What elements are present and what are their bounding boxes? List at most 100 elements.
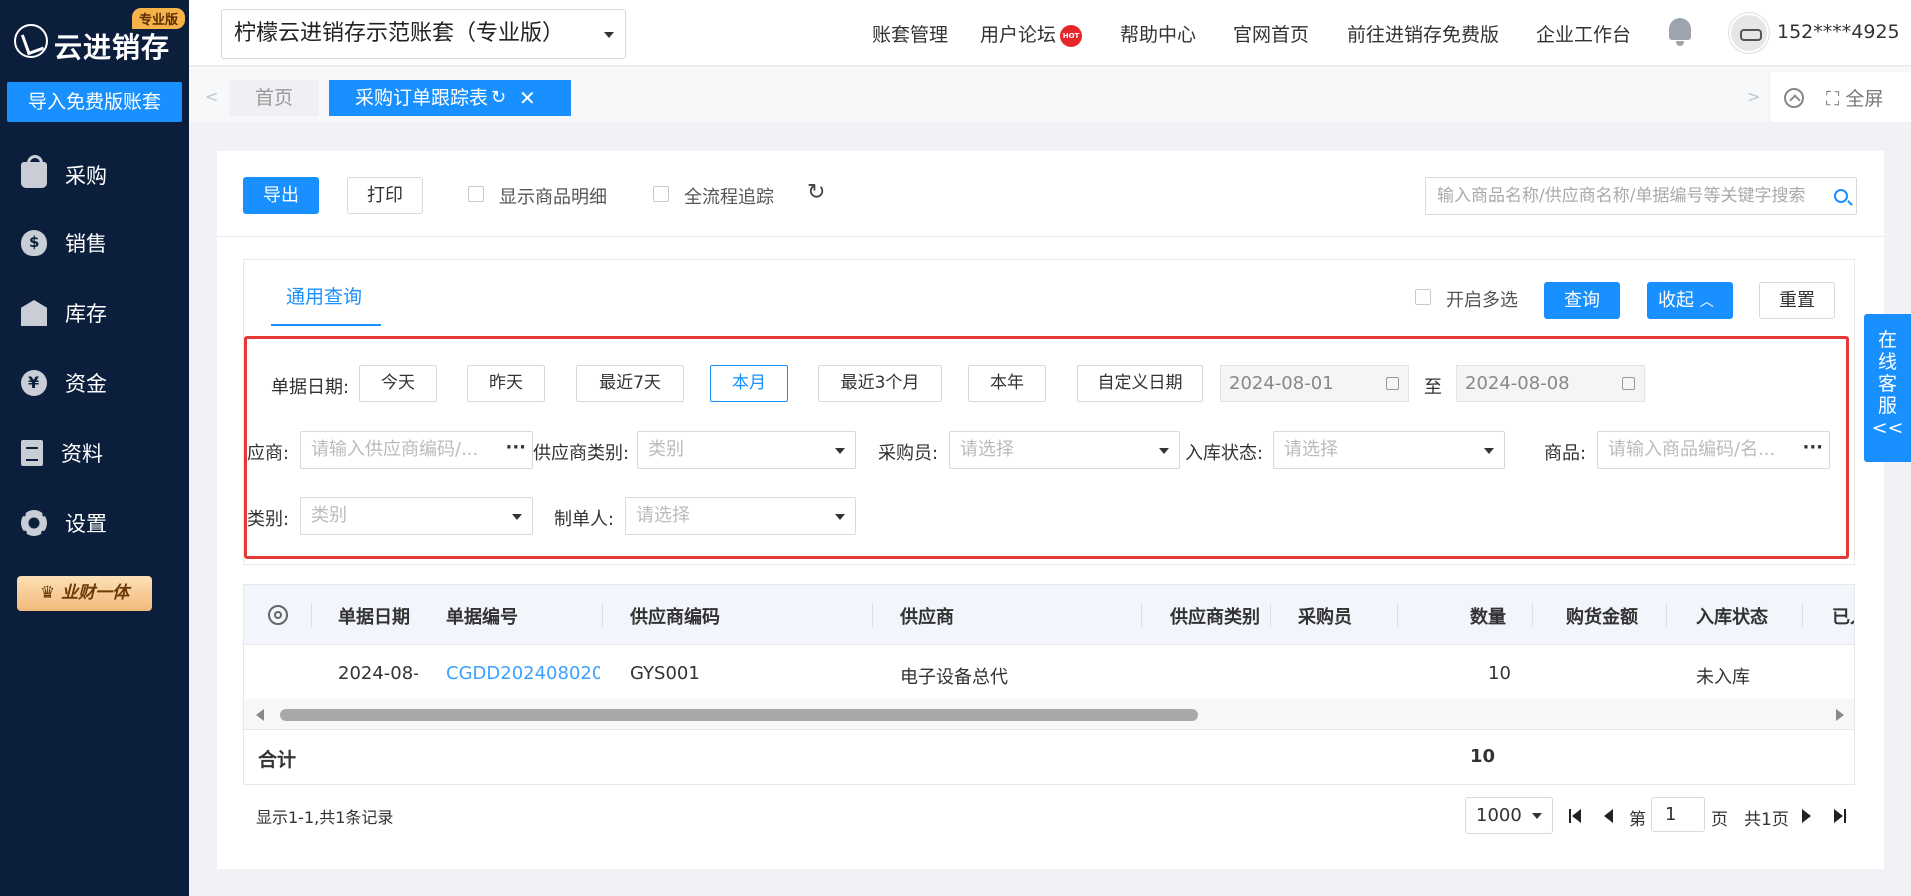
top-bar: 柠檬云进销存示范账套（专业版） 账套管理 用户论坛 HOT 帮助中心 官网首页 前… bbox=[189, 0, 1911, 66]
report-card: 导出 打印 显示商品明细 全流程追踪 ↻ 通用查询 开启多选 查询 收起 ︿ 重… bbox=[217, 151, 1884, 869]
bell-icon[interactable] bbox=[1669, 18, 1691, 46]
sales-icon bbox=[21, 230, 47, 256]
prev-page-icon[interactable] bbox=[1604, 809, 1613, 823]
sidebar-item-label: 资料 bbox=[61, 442, 103, 466]
th-received[interactable]: 已入 bbox=[1832, 603, 1854, 629]
search-input[interactable] bbox=[1426, 178, 1826, 214]
import-free-account-button[interactable]: 导入免费版账套 bbox=[7, 82, 182, 122]
cell-supplier-code: GYS001 bbox=[630, 663, 700, 684]
column-separator bbox=[1666, 603, 1667, 627]
collapse-button[interactable]: 收起 ︿ bbox=[1647, 282, 1733, 319]
total-row: 合计 10 bbox=[244, 729, 1854, 784]
cell-supplier: 电子设备总代 bbox=[900, 667, 1008, 688]
sidebar-item-sales[interactable]: 销售 bbox=[0, 218, 189, 268]
column-settings-icon[interactable] bbox=[268, 605, 288, 625]
column-separator bbox=[1397, 603, 1398, 627]
scroll-right-icon[interactable] bbox=[1836, 709, 1844, 721]
tab-scroll-right-icon[interactable]: > bbox=[1747, 87, 1760, 106]
keyword-search bbox=[1425, 177, 1857, 215]
hot-badge: HOT bbox=[1060, 24, 1083, 47]
th-amount[interactable]: 购货金额 bbox=[1566, 603, 1638, 629]
sidebar: 云进销存 专业版 导入免费版账套 采购 销售 库存 资金 资料 设置 ♛ 业财一… bbox=[0, 0, 189, 896]
tab-general-query[interactable]: 通用查询 bbox=[286, 282, 362, 309]
th-number[interactable]: 单据编号 bbox=[446, 603, 518, 629]
multi-select-label: 开启多选 bbox=[1446, 290, 1518, 311]
th-date[interactable]: 单据日期 bbox=[338, 603, 410, 629]
close-icon[interactable]: ✕ bbox=[519, 80, 536, 116]
first-page-bar bbox=[1569, 809, 1571, 823]
sidebar-item-label: 采购 bbox=[65, 164, 107, 188]
finance-integration-button[interactable]: ♛ 业财一体 bbox=[17, 576, 152, 611]
document-icon bbox=[21, 440, 43, 466]
app-logo[interactable]: 云进销存 专业版 bbox=[0, 0, 189, 78]
link-help-center[interactable]: 帮助中心 bbox=[1120, 20, 1196, 47]
account-select-value: 柠檬云进销存示范账套（专业版） bbox=[234, 21, 565, 46]
full-trace-label: 全流程追踪 bbox=[684, 187, 774, 208]
account-select[interactable]: 柠檬云进销存示范账套（专业版） bbox=[221, 9, 626, 59]
total-pages: 共1页 bbox=[1744, 810, 1789, 830]
sidebar-item-label: 资金 bbox=[65, 372, 107, 396]
divider bbox=[217, 236, 1884, 237]
print-button[interactable]: 打印 bbox=[347, 177, 423, 214]
column-separator bbox=[872, 603, 873, 627]
reset-button[interactable]: 重置 bbox=[1759, 282, 1835, 319]
page-size-select[interactable]: 1000 bbox=[1465, 797, 1553, 834]
sidebar-item-funds[interactable]: 资金 bbox=[0, 358, 189, 408]
collapse-label: 收起 bbox=[1658, 290, 1694, 311]
th-supplier[interactable]: 供应商 bbox=[900, 603, 954, 629]
online-service-button[interactable]: 在线客服 << bbox=[1864, 314, 1911, 462]
th-supplier-code[interactable]: 供应商编码 bbox=[630, 603, 720, 629]
refresh-icon[interactable]: ↻ bbox=[807, 180, 825, 205]
user-phone[interactable]: 152****4925 bbox=[1777, 21, 1900, 43]
fullscreen-button[interactable]: ⛶ 全屏 bbox=[1826, 84, 1883, 111]
link-user-forum[interactable]: 用户论坛 HOT bbox=[980, 20, 1083, 47]
th-quantity[interactable]: 数量 bbox=[1470, 603, 1506, 629]
show-detail-checkbox[interactable] bbox=[468, 186, 484, 202]
horizontal-scrollbar[interactable] bbox=[244, 699, 1854, 729]
highlight-box bbox=[244, 336, 1849, 559]
scroll-left-icon[interactable] bbox=[256, 709, 264, 721]
full-trace-checkbox[interactable] bbox=[653, 186, 669, 202]
multi-select-checkbox[interactable] bbox=[1415, 289, 1431, 305]
th-supplier-type[interactable]: 供应商类别 bbox=[1170, 603, 1260, 629]
scrollbar-thumb[interactable] bbox=[280, 709, 1198, 721]
next-page-icon[interactable] bbox=[1802, 809, 1811, 823]
sidebar-item-label: 设置 bbox=[65, 512, 107, 536]
tab-purchase-order-tracking[interactable]: 采购订单跟踪表 ↻ ✕ bbox=[329, 80, 571, 116]
link-account-management[interactable]: 账套管理 bbox=[872, 20, 948, 47]
tab-scroll-left-icon[interactable]: < bbox=[205, 87, 218, 106]
cell-order-number-link[interactable]: CGDD2024080200 bbox=[446, 663, 600, 684]
logo-mark-icon bbox=[14, 24, 48, 58]
shopping-bag-icon bbox=[21, 155, 47, 188]
collapse-up-icon[interactable] bbox=[1784, 88, 1804, 108]
th-stock-status[interactable]: 入库状态 bbox=[1696, 603, 1768, 629]
page-suffix: 页 bbox=[1711, 810, 1728, 830]
warehouse-icon bbox=[21, 300, 47, 326]
last-page-icon[interactable] bbox=[1834, 809, 1843, 823]
column-separator bbox=[1802, 603, 1803, 627]
link-enterprise-workbench[interactable]: 企业工作台 bbox=[1536, 20, 1631, 47]
records-info: 显示1-1,共1条记录 bbox=[256, 808, 394, 827]
sidebar-item-purchase[interactable]: 采购 bbox=[0, 150, 189, 200]
tab-home[interactable]: 首页 bbox=[229, 80, 319, 116]
refresh-icon[interactable]: ↻ bbox=[491, 80, 506, 116]
first-page-icon[interactable] bbox=[1572, 809, 1581, 823]
total-label: 合计 bbox=[258, 749, 297, 771]
order-tracking-table: 单据日期 单据编号 供应商编码 供应商 供应商类别 采购员 数量 购货金额 入库… bbox=[243, 584, 1855, 785]
sidebar-item-settings[interactable]: 设置 bbox=[0, 498, 189, 548]
logo-text: 云进销存 bbox=[54, 31, 171, 64]
search-icon[interactable] bbox=[1834, 189, 1848, 203]
query-button[interactable]: 查询 bbox=[1544, 282, 1620, 319]
th-buyer[interactable]: 采购员 bbox=[1298, 603, 1352, 629]
export-button[interactable]: 导出 bbox=[243, 177, 319, 214]
link-free-version[interactable]: 前往进销存免费版 bbox=[1347, 20, 1499, 47]
avatar[interactable] bbox=[1729, 13, 1769, 53]
sidebar-item-inventory[interactable]: 库存 bbox=[0, 288, 189, 338]
sidebar-item-label: 库存 bbox=[65, 302, 107, 326]
sidebar-item-data[interactable]: 资料 bbox=[0, 428, 189, 478]
page-number-input[interactable]: 1 bbox=[1651, 797, 1705, 832]
column-separator bbox=[311, 603, 312, 627]
link-official-site[interactable]: 官网首页 bbox=[1233, 20, 1309, 47]
vip-label: 业财一体 bbox=[61, 583, 130, 603]
total-quantity: 10 bbox=[1470, 746, 1496, 767]
